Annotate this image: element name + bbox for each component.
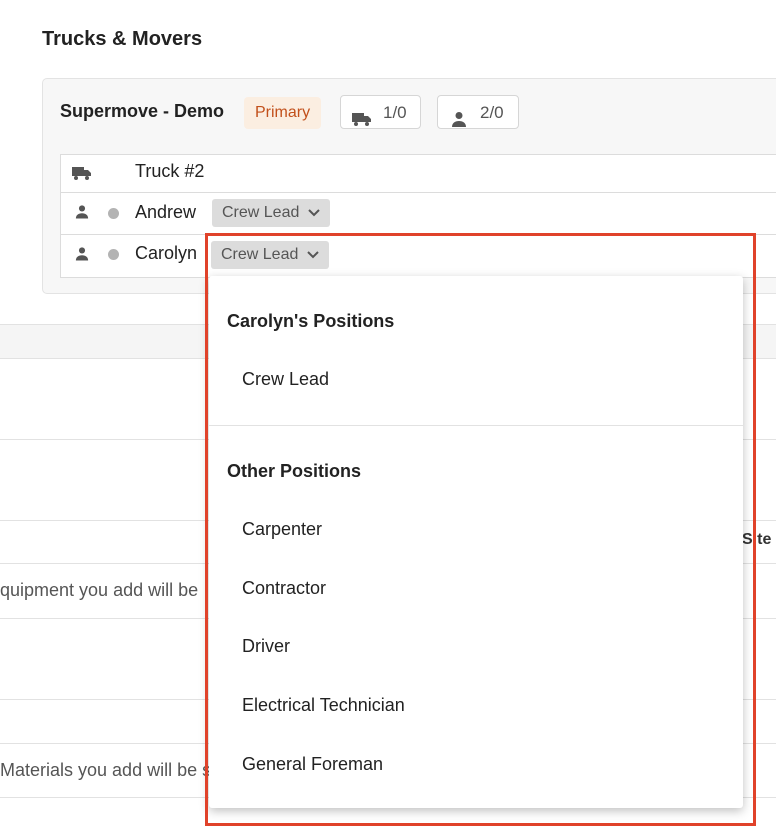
chevron-down-icon [308, 199, 321, 227]
row-divider [60, 192, 776, 193]
trucks-count: 1/0 [383, 103, 407, 122]
movers-count: 2/0 [480, 103, 504, 122]
truck-label: Truck #2 [135, 161, 205, 181]
status-dot [108, 249, 119, 260]
status-dot [108, 208, 119, 219]
person-icon [75, 246, 89, 266]
equipment-hint: quipment you add will be [0, 580, 199, 600]
person-icon [75, 204, 89, 224]
materials-hint: Materials you add will be s [0, 760, 212, 780]
movers-count-button[interactable]: 2/0 [437, 95, 519, 129]
trucks-count-button[interactable]: 1/0 [340, 95, 421, 129]
mover-name: Andrew [135, 202, 197, 222]
highlight-annotation-box [205, 233, 756, 826]
primary-badge: Primary [244, 97, 322, 129]
position-dropdown-button[interactable]: Crew Lead [212, 199, 331, 227]
organization-name: Supermove - Demo [60, 101, 225, 121]
section-title: Trucks & Movers [42, 28, 203, 50]
truck-icon [351, 105, 373, 139]
mover-name: Carolyn [135, 243, 198, 263]
truck-icon [71, 165, 93, 186]
person-icon [451, 105, 467, 139]
position-label: Crew Lead [222, 204, 300, 221]
